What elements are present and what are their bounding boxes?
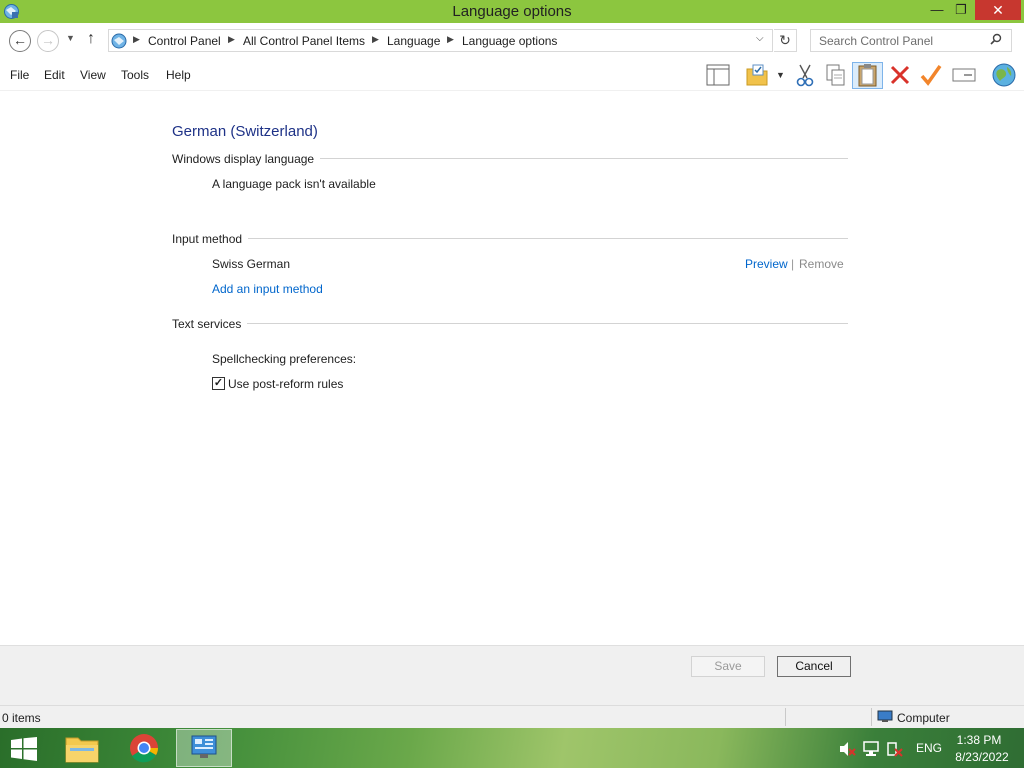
- delete-icon[interactable]: [889, 64, 911, 86]
- up-button[interactable]: ↑: [87, 30, 95, 48]
- chevron-down-icon: ⌵: [756, 33, 764, 44]
- menu-edit[interactable]: Edit: [44, 68, 65, 82]
- windows-start-icon[interactable]: [10, 737, 38, 761]
- spellcheck-preferences-label: Spellchecking preferences:: [212, 352, 357, 366]
- breadcrumb-separator-icon[interactable]: ▶: [372, 34, 379, 45]
- restore-button[interactable]: ❐: [946, 0, 976, 20]
- control-panel-taskbar-icon: [191, 735, 217, 758]
- input-method-name: Swiss German: [212, 257, 291, 271]
- properties-dropdown-icon[interactable]: ▼: [776, 70, 785, 80]
- breadcrumb-language[interactable]: Language: [387, 34, 440, 48]
- post-reform-checkbox[interactable]: ✓: [212, 377, 225, 390]
- search-icon[interactable]: [990, 33, 1002, 45]
- globe-icon[interactable]: [991, 62, 1017, 88]
- add-input-method-link[interactable]: Add an input method: [212, 282, 323, 296]
- status-divider: [871, 708, 872, 726]
- remove-link[interactable]: Remove: [799, 257, 844, 271]
- refresh-icon: ↻: [779, 32, 791, 48]
- preview-link[interactable]: Preview: [745, 257, 788, 271]
- breadcrumb-separator-icon[interactable]: ▶: [447, 34, 454, 45]
- volume-muted-icon[interactable]: [838, 741, 856, 757]
- copy-icon[interactable]: [825, 63, 847, 87]
- breadcrumb-separator-icon[interactable]: ▶: [133, 34, 140, 45]
- close-button[interactable]: ✕: [975, 0, 1021, 20]
- section-divider: [172, 238, 848, 239]
- post-reform-label[interactable]: Use post-reform rules: [228, 377, 343, 391]
- back-button[interactable]: ←: [9, 30, 31, 52]
- menu-file[interactable]: File: [10, 68, 29, 82]
- chevron-down-icon: ▼: [66, 33, 75, 43]
- section-title-input-method: Input method: [172, 232, 249, 246]
- arrow-right-icon: →: [41, 32, 55, 48]
- network-icon[interactable]: [862, 741, 880, 757]
- arrow-up-icon: ↑: [87, 30, 95, 47]
- forward-button[interactable]: →: [37, 30, 59, 52]
- taskbar-chrome[interactable]: [116, 729, 172, 767]
- cut-icon[interactable]: [794, 63, 816, 87]
- check-icon[interactable]: [919, 63, 943, 87]
- action-center-icon[interactable]: [886, 741, 904, 757]
- checkmark-icon: ✓: [213, 377, 224, 389]
- breadcrumb-separator-icon[interactable]: ▶: [228, 34, 235, 45]
- section-title-display-language: Windows display language: [172, 152, 321, 166]
- clock-time[interactable]: 1:38 PM: [950, 733, 1008, 747]
- chrome-icon: [130, 734, 158, 763]
- clock-date[interactable]: 8/23/2022: [950, 750, 1014, 764]
- search-placeholder: Search Control Panel: [819, 34, 934, 48]
- save-button[interactable]: Save: [691, 656, 765, 677]
- breadcrumb-language-options[interactable]: Language options: [462, 34, 557, 48]
- cancel-button[interactable]: Cancel: [777, 656, 851, 677]
- input-language-indicator[interactable]: ENG: [916, 741, 942, 755]
- window-title: Language options: [452, 3, 572, 20]
- status-divider: [785, 708, 786, 726]
- dialog-button-bar: [0, 645, 1024, 706]
- properties-icon[interactable]: [745, 63, 769, 87]
- control-panel-app-icon[interactable]: [3, 3, 20, 20]
- language-pack-status: A language pack isn't available: [212, 177, 376, 191]
- refresh-button[interactable]: ↻: [774, 29, 797, 52]
- menu-view[interactable]: View: [80, 68, 106, 82]
- link-separator: |: [791, 257, 795, 271]
- page-title: German (Switzerland): [172, 123, 318, 140]
- menu-help[interactable]: Help: [166, 68, 191, 82]
- taskbar-control-panel[interactable]: [176, 729, 232, 767]
- layout-pane-icon[interactable]: [706, 64, 730, 86]
- status-location: Computer: [897, 711, 950, 725]
- paste-button[interactable]: [852, 62, 883, 89]
- breadcrumb-all-items[interactable]: All Control Panel Items: [243, 34, 365, 48]
- items-count: 0 items: [2, 711, 41, 725]
- paste-icon: [858, 64, 877, 87]
- menu-tools[interactable]: Tools: [121, 68, 149, 82]
- section-title-text-services: Text services: [172, 317, 248, 331]
- recent-locations-dropdown[interactable]: ▼: [66, 33, 75, 43]
- file-explorer-icon: [65, 737, 99, 763]
- arrow-left-icon: ←: [13, 32, 27, 48]
- section-divider: [172, 323, 848, 324]
- rename-icon[interactable]: [952, 65, 976, 85]
- taskbar-file-explorer[interactable]: [54, 729, 110, 767]
- computer-icon: [877, 710, 893, 722]
- control-panel-icon: [111, 33, 127, 49]
- breadcrumb-control-panel[interactable]: Control Panel: [148, 34, 221, 48]
- address-dropdown-button[interactable]: ⌵: [756, 33, 764, 44]
